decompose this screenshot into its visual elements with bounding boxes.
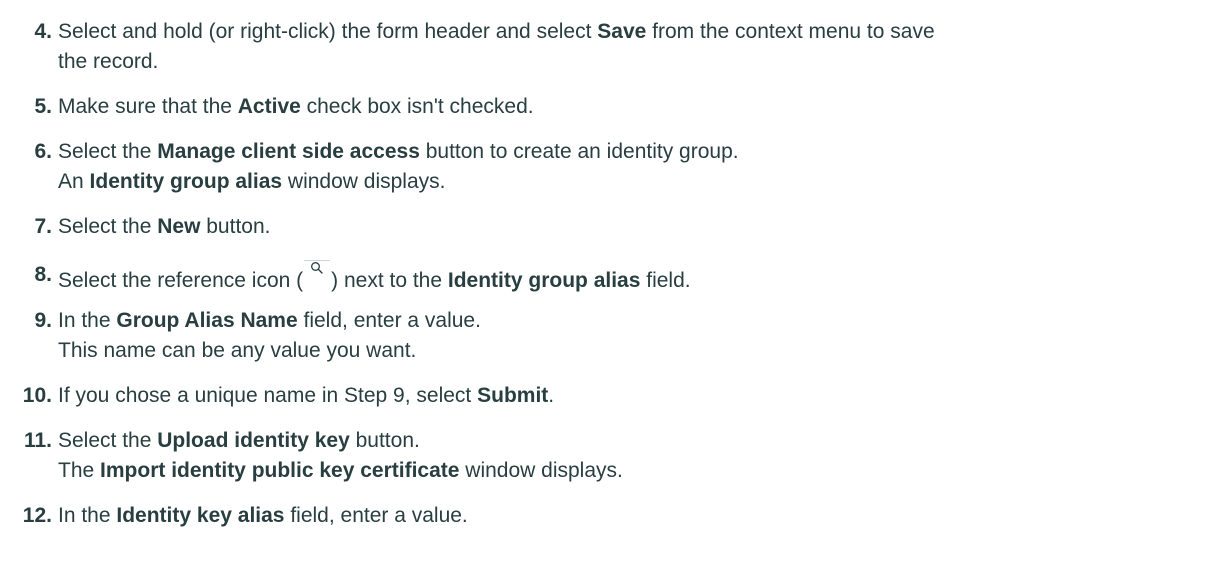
text: field.: [640, 269, 691, 292]
step-continuation: the record.: [58, 50, 159, 73]
step-number: 6.: [34, 140, 52, 163]
text: field, enter a value.: [297, 309, 481, 332]
text: Select the reference icon (: [58, 269, 304, 292]
ui-term: Identity group alias: [89, 170, 283, 193]
text: button.: [349, 429, 420, 452]
text: Make sure that the: [58, 95, 238, 118]
text: Select the: [58, 215, 158, 238]
ui-term: Upload identity key: [157, 429, 350, 452]
step-text: In the Identity key alias field, enter a…: [58, 501, 1222, 531]
text: ) next to the: [331, 269, 448, 292]
ui-term: Submit: [477, 384, 549, 407]
text: check box isn't checked.: [300, 95, 534, 118]
ui-term: Identity group alias: [447, 269, 641, 292]
text: Select the: [58, 429, 158, 452]
ui-term: Group Alias Name: [116, 309, 298, 332]
step-text: Select the Manage client side access but…: [58, 137, 1222, 197]
step-text: If you chose a unique name in Step 9, se…: [58, 381, 1222, 411]
step-number: 9.: [34, 309, 52, 332]
ui-term: Save: [597, 20, 647, 43]
step-number: 4.: [34, 20, 52, 43]
step-number: 7.: [34, 215, 52, 238]
magnifier-icon: [304, 260, 331, 285]
step-text: Select and hold (or right-click) the for…: [58, 17, 1222, 77]
text: The: [58, 459, 101, 482]
text: button to create an identity group.: [419, 140, 739, 163]
text: window displays.: [282, 170, 446, 193]
text: An: [58, 170, 90, 193]
text: button.: [200, 215, 271, 238]
ui-term: New: [157, 215, 201, 238]
ui-term: Identity key alias: [116, 504, 285, 527]
step-continuation: This name can be any value you want.: [58, 339, 417, 362]
step-number: 10.: [22, 384, 52, 407]
ui-term: Manage client side access: [157, 140, 420, 163]
step-number: 5.: [34, 95, 52, 118]
ui-term: Import identity public key certificate: [100, 459, 460, 482]
text: window displays.: [459, 459, 623, 482]
step-text: Select the Upload identity key button. T…: [58, 426, 1222, 486]
text: from the context menu to save: [646, 20, 935, 43]
step-number: 8.: [34, 263, 52, 286]
text: Select and hold (or right-click) the for…: [58, 20, 598, 43]
step-text: Make sure that the Active check box isn'…: [58, 92, 1222, 122]
step-number: 12.: [22, 504, 52, 527]
step-number: 11.: [23, 429, 52, 452]
step-text: In the Group Alias Name field, enter a v…: [58, 306, 1222, 366]
step-text: Select the reference icon ( ) next to the…: [58, 260, 1222, 296]
text: field, enter a value.: [284, 504, 468, 527]
text: If you chose a unique name in Step 9, se…: [58, 384, 478, 407]
text: In the: [58, 309, 117, 332]
text: In the: [58, 504, 117, 527]
ui-term: Active: [237, 95, 301, 118]
text: .: [548, 384, 555, 407]
text: Select the: [58, 140, 158, 163]
step-text: Select the New button.: [58, 212, 1222, 242]
